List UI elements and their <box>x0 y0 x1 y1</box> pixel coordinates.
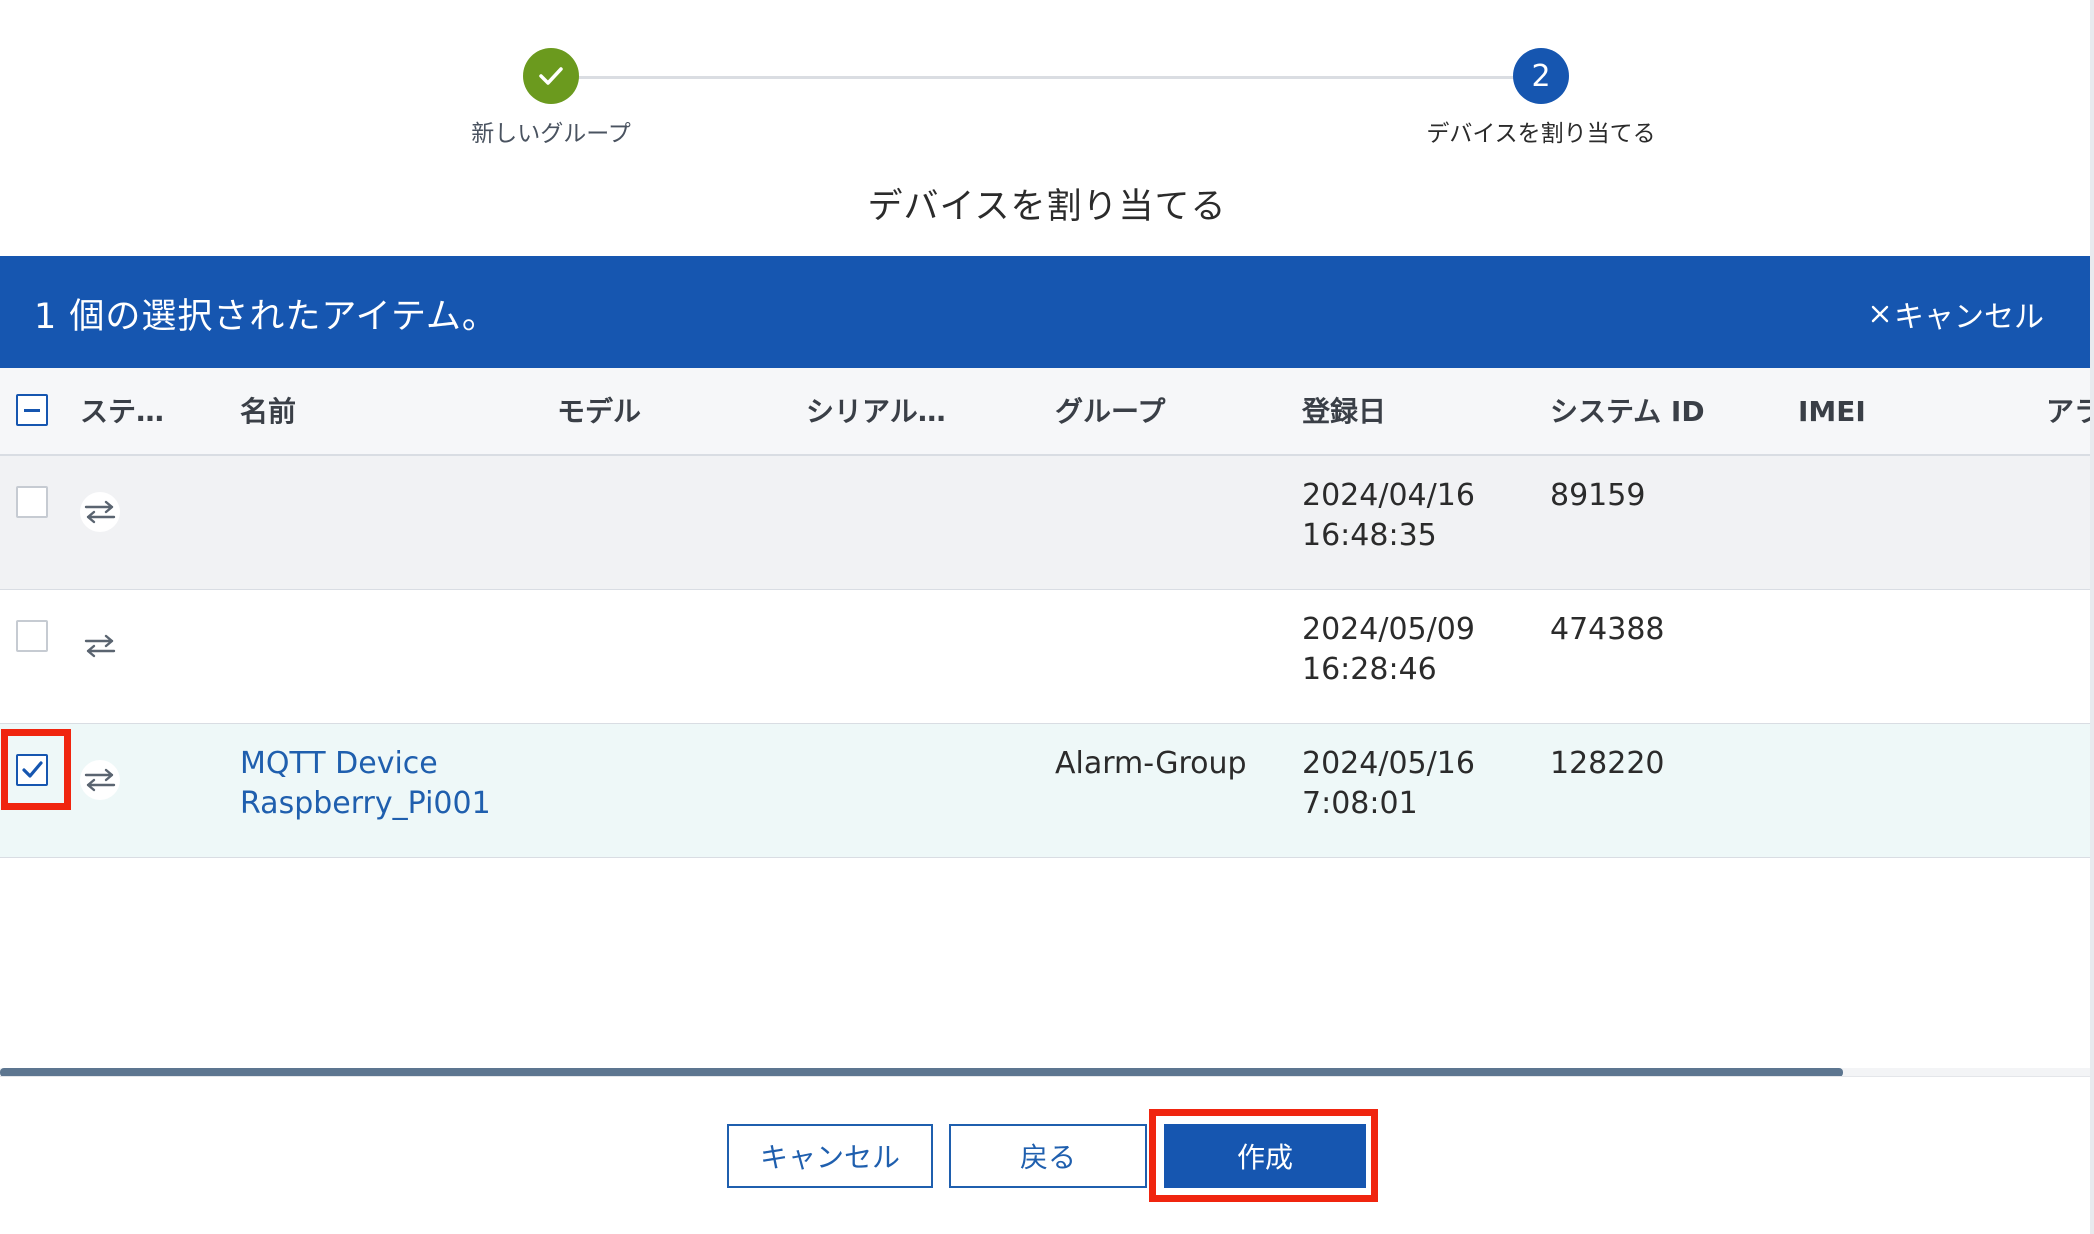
back-button[interactable]: 戻る <box>949 1124 1147 1188</box>
selection-bar: 1 個の選択されたアイテム。 キャンセル <box>0 256 2092 368</box>
device-name-link-line2[interactable]: Raspberry_Pi001 <box>240 784 491 824</box>
column-header-registered-date[interactable]: 登録日 <box>1302 368 1386 456</box>
column-header-model[interactable]: モデル <box>557 368 641 456</box>
column-header-system-id[interactable]: システム ID <box>1550 368 1705 456</box>
column-header-group[interactable]: グループ <box>1055 368 1165 456</box>
wizard-stepper: 新しいグループ 2 デバイスを割り当てる <box>0 0 2094 160</box>
selection-count-text: 1 個の選択されたアイテム。 <box>34 297 498 337</box>
step-1-label: 新しいグループ <box>471 121 631 147</box>
create-button-highlight-box <box>1149 1109 1378 1202</box>
checkbox-highlight-box <box>1 729 71 810</box>
system-id: 89159 <box>1550 478 1646 513</box>
registered-time: 16:48:35 <box>1302 518 1437 553</box>
step-2-label: デバイスを割り当てる <box>1426 121 1656 147</box>
sync-arrows-icon <box>84 768 116 792</box>
sync-arrows-icon <box>84 500 116 524</box>
step-1-complete-indicator <box>523 48 579 104</box>
registered-date: 2024/05/16 <box>1302 746 1475 781</box>
registered-date: 2024/05/09 <box>1302 612 1475 647</box>
footer-divider <box>0 1076 2092 1077</box>
registered-date: 2024/04/16 <box>1302 478 1475 513</box>
close-icon <box>1871 305 1889 323</box>
cancel-button[interactable]: キャンセル <box>727 1124 933 1188</box>
device-table: ステ… 名前 モデル シリアル… グループ 登録日 システム ID IMEI ア… <box>0 368 2094 858</box>
dialog-edge <box>2090 0 2094 1234</box>
status-icon <box>80 760 120 800</box>
step-2-current-indicator: 2 <box>1513 48 1569 104</box>
row-checkbox[interactable] <box>16 620 48 652</box>
page-title: デバイスを割り当てる <box>867 187 1227 227</box>
sync-arrows-icon <box>84 634 116 658</box>
system-id: 128220 <box>1550 746 1665 781</box>
registered-time: 16:28:46 <box>1302 652 1437 687</box>
table-row[interactable]: 2024/05/09 16:28:46 474388 <box>0 590 2092 724</box>
registered-time: 7:08:01 <box>1302 786 1418 821</box>
table-header: ステ… 名前 モデル シリアル… グループ 登録日 システム ID IMEI ア… <box>0 368 2094 456</box>
stepper-connector <box>552 76 1540 79</box>
status-icon <box>80 626 120 666</box>
clear-selection-button[interactable]: キャンセル <box>1870 292 2044 336</box>
device-group: Alarm-Group <box>1055 746 1247 781</box>
checkmark-icon <box>539 67 563 85</box>
column-header-alarm[interactable]: アラ <box>2046 368 2094 456</box>
column-header-serial[interactable]: シリアル… <box>806 368 946 456</box>
system-id: 474388 <box>1550 612 1665 647</box>
column-header-name[interactable]: 名前 <box>240 368 296 456</box>
select-all-checkbox[interactable] <box>16 394 48 426</box>
assign-devices-dialog: 新しいグループ 2 デバイスを割り当てる デバイスを割り当てる 1 個の選択され… <box>0 0 2094 1234</box>
device-name-link[interactable]: MQTT Device <box>240 744 438 784</box>
clear-selection-label: キャンセル <box>1894 300 2044 335</box>
table-row[interactable]: 2024/04/16 16:48:35 89159 <box>0 456 2092 590</box>
status-icon <box>80 492 120 532</box>
column-header-imei[interactable]: IMEI <box>1798 368 1866 456</box>
table-row-selected[interactable]: MQTT Device Raspberry_Pi001 Alarm-Group … <box>0 724 2092 858</box>
column-header-status[interactable]: ステ… <box>80 368 164 456</box>
row-checkbox[interactable] <box>16 486 48 518</box>
